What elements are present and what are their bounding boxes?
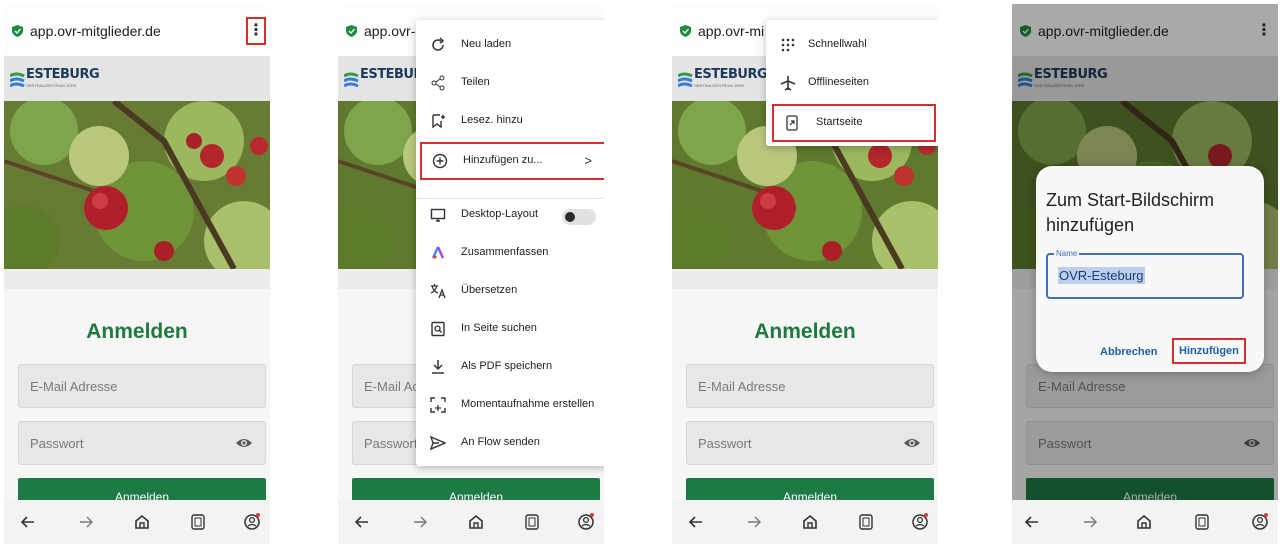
forward-arrow-icon[interactable] <box>410 512 430 532</box>
home-icon[interactable] <box>466 512 486 532</box>
find-in-page-icon <box>431 321 445 337</box>
password-input[interactable]: Passwort <box>18 421 266 465</box>
menu-item-summarize[interactable]: Zusammenfassen <box>416 234 604 272</box>
hero-apple-image <box>4 101 270 269</box>
browser-bottom-bar <box>1012 500 1278 544</box>
menu-item-translate[interactable]: Übersetzen <box>416 272 604 310</box>
menu-item-send-flow[interactable]: An Flow senden <box>416 424 604 462</box>
add-to-submenu: Schnellwahl Offlineseiten Startseite <box>766 20 938 146</box>
share-icon <box>431 75 445 91</box>
forward-arrow-icon[interactable] <box>744 512 764 532</box>
email-input[interactable]: E-Mail Adresse <box>686 364 934 408</box>
tabs-icon[interactable] <box>522 512 542 532</box>
logo-text: ESTEBURG <box>694 67 768 82</box>
tabs-icon[interactable] <box>1192 512 1212 532</box>
phone-screen-4: app.ovr-mitglieder.de ⋮ ESTEBURG OBSTBAU… <box>1012 4 1278 544</box>
login-title: Anmelden <box>86 320 188 343</box>
logo-subtitle: OBSTBAUZENTRUM JORK <box>26 83 77 88</box>
submenu-item-offline-pages[interactable]: Offlineseiten <box>766 64 938 102</box>
shortcut-name-value: OVR-Esteburg <box>1058 267 1145 284</box>
browser-bottom-bar <box>4 500 270 544</box>
add-circle-icon <box>432 153 448 169</box>
password-placeholder: Passwort <box>30 436 84 451</box>
account-icon[interactable] <box>910 512 930 532</box>
menu-item-screenshot[interactable]: Momentaufnahme erstellen <box>416 386 604 424</box>
login-title: Anmelden <box>754 320 856 343</box>
shortcut-name-label: Name <box>1054 249 1080 258</box>
summarize-icon <box>431 246 445 259</box>
more-menu-button[interactable]: ⋮ <box>246 17 266 45</box>
reload-icon <box>432 37 445 51</box>
home-icon[interactable] <box>1134 512 1154 532</box>
home-icon[interactable] <box>132 512 152 532</box>
menu-item-add-to[interactable]: Hinzufügen zu... > <box>420 142 604 180</box>
tabs-icon[interactable] <box>856 512 876 532</box>
add-button[interactable]: Hinzufügen <box>1172 338 1246 364</box>
shortcut-name-input[interactable]: Name OVR-Esteburg <box>1046 249 1244 299</box>
account-icon[interactable] <box>576 512 596 532</box>
add-to-home-screen-dialog: Zum Start-Bildschirm hinzufügen Name OVR… <box>1036 166 1264 372</box>
url-text: app.ovr-mitglieder.de <box>30 23 161 39</box>
back-arrow-icon[interactable] <box>352 512 372 532</box>
browser-address-bar[interactable]: app.ovr-mitglieder.de ⋮ <box>4 4 270 56</box>
browser-overflow-menu: Neu laden Teilen Lesez. hinzu Hinzufügen… <box>416 20 604 466</box>
cancel-button[interactable]: Abbrechen <box>1100 346 1157 358</box>
submenu-item-home-screen[interactable]: Startseite <box>772 104 936 142</box>
forward-arrow-icon[interactable] <box>1080 512 1100 532</box>
password-placeholder: Passwort <box>698 436 752 451</box>
dialog-title: Zum Start-Bildschirm hinzufügen <box>1046 190 1215 235</box>
menu-item-save-pdf[interactable]: Als PDF speichern <box>416 348 604 386</box>
send-icon <box>430 435 446 451</box>
site-header: ESTEBURG OBSTBAUZENTRUM JORK <box>4 56 270 101</box>
back-arrow-icon[interactable] <box>686 512 706 532</box>
show-password-eye-icon[interactable] <box>903 435 921 451</box>
show-password-eye-icon[interactable] <box>235 435 253 451</box>
browser-bottom-bar <box>672 500 938 544</box>
secure-shield-icon <box>346 25 357 37</box>
email-input[interactable]: E-Mail Adresse <box>18 364 266 408</box>
download-icon <box>432 360 444 374</box>
phone-screen-2: app.ovr- ESTEBURG E-Mail Ac Passwort Anm… <box>338 4 604 544</box>
tabs-icon[interactable] <box>188 512 208 532</box>
home-icon[interactable] <box>800 512 820 532</box>
browser-bottom-bar <box>338 500 604 544</box>
secure-shield-icon <box>680 25 691 37</box>
screenshot-icon <box>430 397 446 413</box>
speed-dial-icon <box>781 38 795 52</box>
login-form: Anmelden E-Mail Adresse Passwort Anmelde… <box>672 289 938 518</box>
secure-shield-icon <box>12 25 23 37</box>
phone-screen-3: app.ovr-mi ESTEBURG OBSTBAUZENTRUM JORK … <box>672 4 938 544</box>
translate-icon <box>430 284 446 299</box>
menu-item-share[interactable]: Teilen <box>416 64 604 102</box>
url-text: app.ovr- <box>364 23 416 39</box>
bookmark-add-icon <box>432 114 445 129</box>
home-screen-icon <box>786 115 798 131</box>
login-form: Anmelden E-Mail Adresse Passwort Anmelde… <box>4 289 270 518</box>
back-arrow-icon[interactable] <box>1022 512 1042 532</box>
phone-screen-1: app.ovr-mitglieder.de ⋮ ESTEBURG OBSTBAU… <box>4 4 270 544</box>
password-input[interactable]: Passwort <box>686 421 934 465</box>
menu-item-reload[interactable]: Neu laden <box>416 26 604 64</box>
forward-arrow-icon[interactable] <box>76 512 96 532</box>
menu-item-bookmark[interactable]: Lesez. hinzu <box>416 102 604 140</box>
desktop-icon <box>430 208 446 222</box>
submenu-item-speed-dial[interactable]: Schnellwahl <box>766 26 938 64</box>
chevron-right-icon: > <box>584 153 592 168</box>
account-icon[interactable] <box>1250 512 1270 532</box>
account-icon[interactable] <box>242 512 262 532</box>
logo-text: ESTEBURG <box>26 67 100 82</box>
url-text: app.ovr-mi <box>698 23 765 39</box>
back-arrow-icon[interactable] <box>18 512 38 532</box>
menu-item-find-in-page[interactable]: In Seite suchen <box>416 310 604 348</box>
logo-subtitle: OBSTBAUZENTRUM JORK <box>694 83 745 88</box>
airplane-icon <box>780 76 796 91</box>
desktop-layout-toggle[interactable] <box>562 209 596 225</box>
menu-item-desktop-layout[interactable]: Desktop-Layout <box>416 196 604 234</box>
